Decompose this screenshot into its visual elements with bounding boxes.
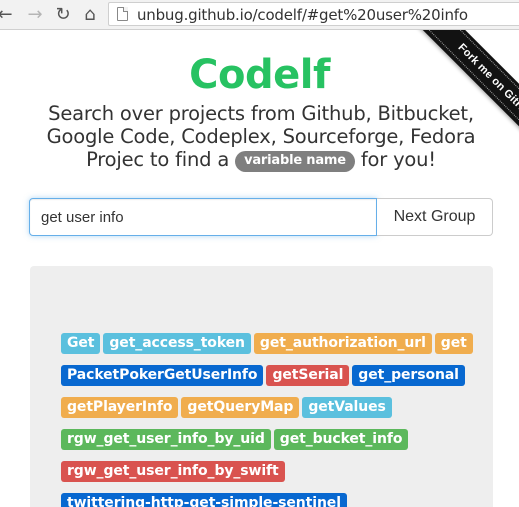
address-bar[interactable]: unbug.github.io/codelf/#get%20user%20inf…	[108, 2, 519, 26]
tag-row: rgw_get_user_info_by_swift	[61, 461, 481, 493]
results-panel: Get get_access_token get_authorization_url…	[30, 266, 493, 507]
variable-tag[interactable]: get_access_token	[103, 333, 251, 354]
home-icon[interactable]: ⌂	[79, 3, 101, 25]
forward-arrow-icon[interactable]: →	[24, 3, 46, 25]
variable-tag[interactable]: getValues	[302, 397, 392, 418]
url-text[interactable]: unbug.github.io/codelf/#get%20user%20inf…	[137, 6, 468, 24]
variable-tag[interactable]: Get	[61, 333, 101, 354]
page-subtitle: Search over projects from Github, Bitbuc…	[30, 102, 492, 172]
variable-tag[interactable]: rgw_get_user_info_by_uid	[61, 429, 271, 450]
subtitle-text-end: for you!	[360, 148, 436, 171]
variable-tag[interactable]: getPlayerInfo	[61, 397, 179, 418]
reload-icon[interactable]: ↻	[52, 3, 74, 25]
tag-row: PacketPokerGetUserInfo getSerial get_perso…	[61, 365, 481, 397]
variable-tag[interactable]: getQueryMap	[181, 397, 300, 418]
variable-name-badge: variable name	[235, 151, 355, 172]
variable-tag[interactable]: get_bucket_info	[273, 429, 409, 450]
variable-tag[interactable]: get	[434, 333, 473, 354]
variable-tag[interactable]: twittering-http-get-simple-sentinel	[61, 493, 347, 507]
page-title: Codelf	[189, 52, 330, 98]
search-group: Next Group	[29, 198, 493, 236]
tag-row: twittering-http-get-simple-sentinel	[61, 493, 481, 507]
variable-tag[interactable]: get_personal	[352, 365, 465, 386]
browser-toolbar: ← → ↻ ⌂ unbug.github.io/codelf/#get%20us…	[0, 0, 519, 30]
variable-tag-list: Get get_access_token get_authorization_url…	[61, 333, 481, 507]
search-input[interactable]	[29, 198, 377, 236]
page-icon	[117, 7, 128, 21]
variable-tag[interactable]: getSerial	[266, 365, 350, 386]
next-group-button[interactable]: Next Group	[377, 198, 493, 236]
variable-tag[interactable]: get_authorization_url	[253, 333, 432, 354]
tag-row: getPlayerInfo getQueryMap getValues	[61, 397, 481, 429]
tag-row: rgw_get_user_info_by_uid get_bucket_info	[61, 429, 481, 461]
variable-tag[interactable]: rgw_get_user_info_by_swift	[61, 461, 285, 482]
variable-tag[interactable]: PacketPokerGetUserInfo	[61, 365, 264, 386]
tag-row: Get get_access_token get_authorization_url…	[61, 333, 481, 365]
back-arrow-icon[interactable]: ←	[0, 3, 16, 25]
